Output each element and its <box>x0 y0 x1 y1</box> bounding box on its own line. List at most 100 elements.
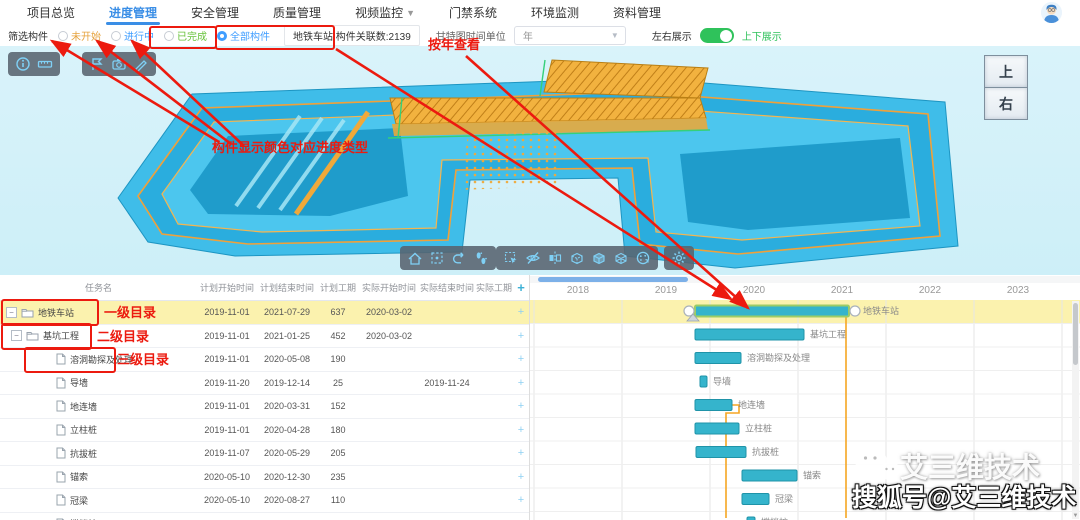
nav-tab-2[interactable]: 安全管理 <box>174 0 256 25</box>
vscroll-thumb[interactable] <box>1073 303 1078 365</box>
task-row-2[interactable]: 溶洞勘探及处理2019-11-012020-05-08190+ <box>0 348 529 372</box>
task-row-0[interactable]: −地铁车站2019-11-012021-07-296372020-03-02+ <box>0 301 529 325</box>
gantt-bar[interactable] <box>695 400 732 411</box>
camera-icon[interactable] <box>111 56 127 72</box>
ruler-icon[interactable] <box>37 56 53 72</box>
task-cell-0: 2019-11-01 <box>197 401 257 411</box>
expand-toggle[interactable]: − <box>11 330 22 341</box>
task-row-5[interactable]: 立柱桩2019-11-012020-04-28180+ <box>0 419 529 443</box>
nav-tab-5[interactable]: 门禁系统 <box>432 0 514 25</box>
task-row-3[interactable]: 导墙2019-11-202019-12-14252019-11-24+ <box>0 372 529 396</box>
status-radio-2[interactable]: 已完成 <box>164 28 207 43</box>
nav-tab-7[interactable]: 资料管理 <box>596 0 678 25</box>
task-name-cell: 溶洞勘探及处理 <box>0 353 197 366</box>
walk-icon[interactable] <box>473 250 489 266</box>
gantt-bar[interactable] <box>742 470 797 481</box>
document-icon <box>56 471 66 483</box>
gantt-body[interactable]: 地铁车站基坑工程溶洞勘探及处理导墙地连墙立柱桩抗拔桩锚索冠梁搅拌桩 <box>530 300 1080 520</box>
fit-icon[interactable] <box>429 250 445 266</box>
view-cube-top[interactable]: 上 <box>984 55 1028 88</box>
row-add-button[interactable]: + <box>513 494 529 506</box>
status-radio-0[interactable]: 未开始 <box>58 28 101 43</box>
gantt-bar-label: 抗拔桩 <box>752 446 779 457</box>
gantt-bar[interactable] <box>700 376 707 387</box>
hscroll-thumb[interactable] <box>538 277 688 282</box>
render-icon[interactable] <box>635 250 651 266</box>
task-row-9[interactable]: 搅拌桩2020-06-012020-06-2960+ <box>0 513 529 520</box>
model-viewport[interactable]: 上 右 <box>0 46 1080 275</box>
nav-tab-4[interactable]: 视频监控▼ <box>338 0 432 25</box>
row-add-button[interactable]: + <box>513 447 529 459</box>
gantt-bar[interactable] <box>742 494 769 505</box>
gantt-unit-select[interactable]: 年 ▼ <box>514 26 626 45</box>
home-icon[interactable] <box>407 250 423 266</box>
gantt-bar-label: 导墙 <box>713 376 731 387</box>
view-cube[interactable]: 上 右 <box>984 55 1028 120</box>
flag-icon[interactable] <box>89 56 105 72</box>
gantt-bar[interactable] <box>695 306 849 317</box>
bar-handle-right[interactable] <box>850 306 860 316</box>
task-name-cell: 抗拔桩 <box>0 447 197 460</box>
settings-icon[interactable] <box>671 250 687 266</box>
gantt-bar[interactable] <box>695 423 739 434</box>
task-row-6[interactable]: 抗拔桩2019-11-072020-05-29205+ <box>0 442 529 466</box>
status-radio-3[interactable]: 全部构件 <box>217 28 270 43</box>
row-add-button[interactable]: + <box>513 471 529 483</box>
cube-icon[interactable] <box>591 250 607 266</box>
row-add-button[interactable]: + <box>513 400 529 412</box>
view-cube-side[interactable]: 右 <box>984 87 1028 120</box>
task-row-1[interactable]: −基坑工程2019-11-012021-01-254522020-03-02+ <box>0 325 529 349</box>
task-name: 冠梁 <box>70 494 88 507</box>
clip-icon[interactable] <box>569 250 585 266</box>
nav-tab-1[interactable]: 进度管理 <box>92 0 174 25</box>
gantt-unit-value: 年 <box>523 28 533 43</box>
task-name: 地铁车站 <box>38 306 74 319</box>
task-cell-2: 25 <box>317 378 359 388</box>
task-cell-0: 2019-11-01 <box>197 425 257 435</box>
gantt-bar-label: 立柱桩 <box>745 423 772 434</box>
nav-tab-6[interactable]: 环境监测 <box>514 0 596 25</box>
gantt-bar[interactable] <box>695 329 804 340</box>
task-row-7[interactable]: 锚索2020-05-102020-12-30235+ <box>0 466 529 490</box>
row-add-button[interactable]: + <box>513 306 529 318</box>
layout-toggle[interactable] <box>700 28 734 43</box>
viewer-tools-settings <box>664 246 694 270</box>
task-name-cell: 冠梁 <box>0 494 197 507</box>
select-icon[interactable] <box>503 250 519 266</box>
nav-tab-3[interactable]: 质量管理 <box>256 0 338 25</box>
hide-icon[interactable] <box>525 250 541 266</box>
task-table-header: 任务名计划开始时间计划结束时间计划工期实际开始时间实际结束时间实际工期+ <box>0 275 529 301</box>
task-name-cell: 立柱桩 <box>0 423 197 436</box>
row-add-button[interactable]: + <box>513 353 529 365</box>
task-cell-0: 2019-11-01 <box>197 331 257 341</box>
col-header-0: 任务名 <box>0 281 197 294</box>
task-cell-4: 2019-11-24 <box>419 378 475 388</box>
viewer-tools-left-2 <box>82 52 156 76</box>
filter-toolbar: 筛选构件 未开始进行中已完成全部构件 地铁车站 构件关联数:2139 甘特图时间… <box>0 25 1080 46</box>
user-avatar[interactable] <box>1041 2 1062 23</box>
gantt-bar[interactable] <box>695 353 741 364</box>
nav-tab-0[interactable]: 项目总览 <box>10 0 92 25</box>
status-radio-1[interactable]: 进行中 <box>111 28 154 43</box>
task-cell-1: 2020-05-29 <box>257 448 317 458</box>
scroll-down-arrow-icon[interactable]: ▼ <box>1072 513 1079 519</box>
task-name: 导墙 <box>70 376 88 389</box>
info-icon[interactable] <box>15 56 31 72</box>
add-task-button[interactable]: + <box>513 280 529 295</box>
task-name: 溶洞勘探及处理 <box>70 353 133 366</box>
gantt-hscrollbar[interactable] <box>530 276 1080 283</box>
wireframe-icon[interactable] <box>613 250 629 266</box>
row-add-button[interactable]: + <box>513 377 529 389</box>
gantt-bar[interactable] <box>696 447 746 458</box>
task-row-4[interactable]: 地连墙2019-11-012020-03-31152+ <box>0 395 529 419</box>
task-name-cell: −基坑工程 <box>0 329 197 342</box>
gantt-vscrollbar[interactable]: ▼ <box>1072 301 1079 519</box>
section-icon[interactable] <box>547 250 563 266</box>
task-cell-1: 2020-12-30 <box>257 472 317 482</box>
expand-toggle[interactable]: − <box>6 307 17 318</box>
row-add-button[interactable]: + <box>513 424 529 436</box>
pen-icon[interactable] <box>133 56 149 72</box>
task-row-8[interactable]: 冠梁2020-05-102020-08-27110+ <box>0 489 529 513</box>
undo-icon[interactable] <box>451 250 467 266</box>
row-add-button[interactable]: + <box>513 330 529 342</box>
